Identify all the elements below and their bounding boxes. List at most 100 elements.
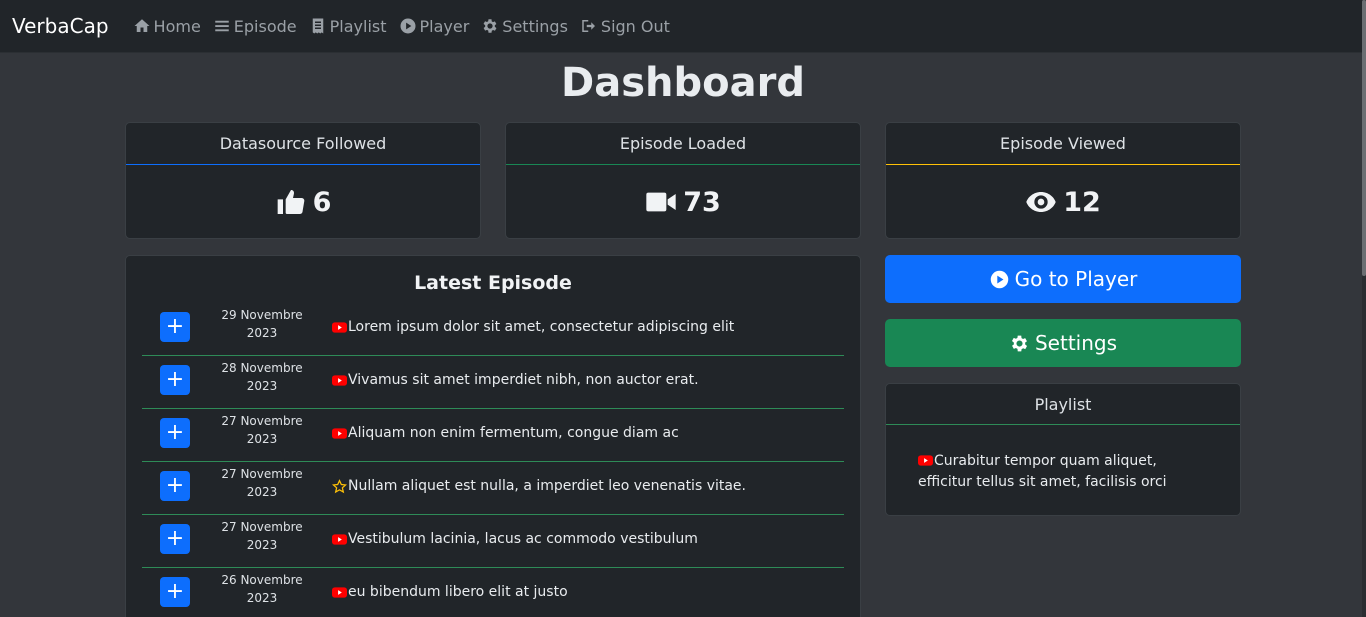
add-to-playlist-button[interactable]: + [160, 524, 190, 554]
playlist-item[interactable]: Curabitur tempor quam aliquet, efficitur… [886, 425, 1240, 493]
episode-date-year: 2023 [246, 538, 278, 552]
youtube-icon [332, 533, 347, 545]
add-to-playlist-button[interactable]: + [160, 577, 190, 607]
episode-title-link[interactable]: Aliquam non enim fermentum, congue diam … [332, 409, 679, 457]
episode-date-day: 28 Novembre [221, 361, 303, 375]
latest-episode-title: Latest Episode [414, 272, 572, 294]
sign-out-icon [582, 20, 595, 32]
nav-episode[interactable]: Episode [213, 17, 297, 36]
thumbs-up-icon [277, 190, 304, 215]
star-icon [332, 478, 347, 493]
brand-link[interactable]: VerbaCap [12, 14, 109, 38]
episode-date: 27 Novembre 2023 [217, 412, 307, 448]
episode-date: 26 Novembre 2023 [217, 571, 307, 607]
stat-card-episode-loaded: Episode Loaded 73 [505, 122, 861, 239]
nav-episode-label: Episode [233, 16, 297, 36]
episode-date-year: 2023 [246, 379, 278, 393]
episode-row: +28 Novembre 2023 Vivamus sit amet imperdi… [142, 356, 844, 409]
stat-value: 6 [312, 186, 332, 218]
youtube-icon [332, 321, 347, 333]
stat-body: 12 [886, 165, 1240, 239]
plus-icon: + [165, 367, 185, 392]
episode-date-year: 2023 [246, 432, 278, 446]
stat-card-datasource: Datasource Followed 6 [125, 122, 481, 239]
nav-player-label: Player [419, 16, 470, 36]
go-to-player-label: Go to Player [1014, 267, 1138, 291]
home-icon [134, 19, 150, 32]
episode-title-link[interactable]: Nullam aliquet est nulla, a imperdiet le… [332, 462, 746, 510]
episode-row: +27 Novembre 2023 Aliquam non enim ferment… [142, 409, 844, 462]
episode-title-link[interactable]: Lorem ipsum dolor sit amet, consectetur … [332, 303, 734, 351]
youtube-icon [332, 586, 347, 598]
eye-icon [1026, 192, 1056, 212]
episode-date-year: 2023 [246, 326, 278, 340]
plus-icon: + [165, 579, 185, 604]
episode-date: 27 Novembre 2023 [217, 518, 307, 554]
episode-date-year: 2023 [246, 591, 278, 605]
nav-sign-out[interactable]: Sign Out [580, 17, 670, 36]
plus-icon: + [165, 314, 185, 339]
episode-title-link[interactable]: eu bibendum libero elit at justo [332, 568, 568, 616]
youtube-icon [332, 427, 347, 439]
nav-playlist-label: Playlist [329, 16, 387, 36]
episode-date: 29 Novembre 2023 [217, 306, 307, 342]
navbar: VerbaCap Home Episode Playlist Player Se… [0, 0, 1362, 53]
episode-row: +27 Novembre 2023 Vestibulum lacinia, lacu… [142, 515, 844, 568]
episode-row: +27 Novembre 2023 Nullam aliquet est nulla… [142, 462, 844, 515]
stat-card-episode-viewed: Episode Viewed 12 [885, 122, 1241, 239]
episode-title-link[interactable]: Vivamus sit amet imperdiet nibh, non auc… [332, 356, 699, 404]
playlist-item-title: Curabitur tempor quam aliquet, efficitur… [918, 453, 1167, 490]
stat-label: Episode Loaded [506, 123, 860, 165]
scrollbar-thumb[interactable] [1362, 0, 1366, 276]
list-icon [215, 20, 229, 32]
plus-icon: + [165, 473, 185, 498]
episode-title: Vestibulum lacinia, lacus ac commodo ves… [348, 531, 698, 547]
plus-icon: + [165, 420, 185, 445]
nav-sign-out-label: Sign Out [600, 16, 670, 36]
stat-body: 73 [506, 165, 860, 239]
play-circle-icon [400, 18, 415, 34]
page-title: Dashboard [561, 60, 805, 106]
episode-date: 28 Novembre 2023 [217, 359, 307, 395]
episode-title: Vivamus sit amet imperdiet nibh, non auc… [348, 372, 699, 388]
add-to-playlist-button[interactable]: + [160, 471, 190, 501]
plus-icon: + [165, 526, 185, 551]
settings-button[interactable]: Settings [885, 319, 1241, 367]
youtube-icon [332, 374, 347, 386]
episode-title: eu bibendum libero elit at justo [348, 584, 568, 600]
episode-title: Nullam aliquet est nulla, a imperdiet le… [348, 478, 746, 494]
receipt-icon [312, 18, 323, 34]
gear-icon [483, 19, 497, 33]
episode-date-year: 2023 [246, 485, 278, 499]
stat-label: Datasource Followed [126, 123, 480, 165]
stat-value: 12 [1063, 186, 1101, 218]
settings-label: Settings [1034, 331, 1118, 355]
episode-title-link[interactable]: Vestibulum lacinia, lacus ac commodo ves… [332, 515, 698, 563]
playlist-card: Playlist Curabitur tempor quam aliquet, … [885, 383, 1241, 516]
add-to-playlist-button[interactable]: + [160, 418, 190, 448]
add-to-playlist-button[interactable]: + [160, 312, 190, 342]
episode-title: Lorem ipsum dolor sit amet, consectetur … [348, 319, 735, 335]
nav-settings-label: Settings [502, 16, 568, 36]
episode-date-day: 26 Novembre [221, 573, 303, 587]
nav-home[interactable]: Home [133, 17, 201, 36]
episode-date-day: 27 Novembre [221, 467, 303, 481]
youtube-icon [918, 455, 933, 466]
stat-label: Episode Viewed [886, 123, 1240, 165]
video-icon [646, 192, 676, 212]
episode-date-day: 27 Novembre [221, 520, 303, 534]
playlist-title: Playlist [886, 384, 1240, 425]
go-to-player-button[interactable]: Go to Player [885, 255, 1241, 303]
nav-playlist[interactable]: Playlist [309, 17, 387, 36]
nav-settings[interactable]: Settings [481, 17, 568, 36]
play-circle-icon [990, 270, 1008, 288]
episode-date: 27 Novembre 2023 [217, 465, 307, 501]
gear-icon [1011, 335, 1028, 351]
stat-value: 73 [683, 186, 721, 218]
episode-row: +26 Novembre 2023 eu bibendum libero elit … [142, 568, 844, 617]
episode-date-day: 29 Novembre [221, 308, 303, 322]
nav-player[interactable]: Player [399, 16, 470, 36]
episode-date-day: 27 Novembre [221, 414, 303, 428]
nav-home-label: Home [153, 16, 201, 36]
add-to-playlist-button[interactable]: + [160, 365, 190, 395]
